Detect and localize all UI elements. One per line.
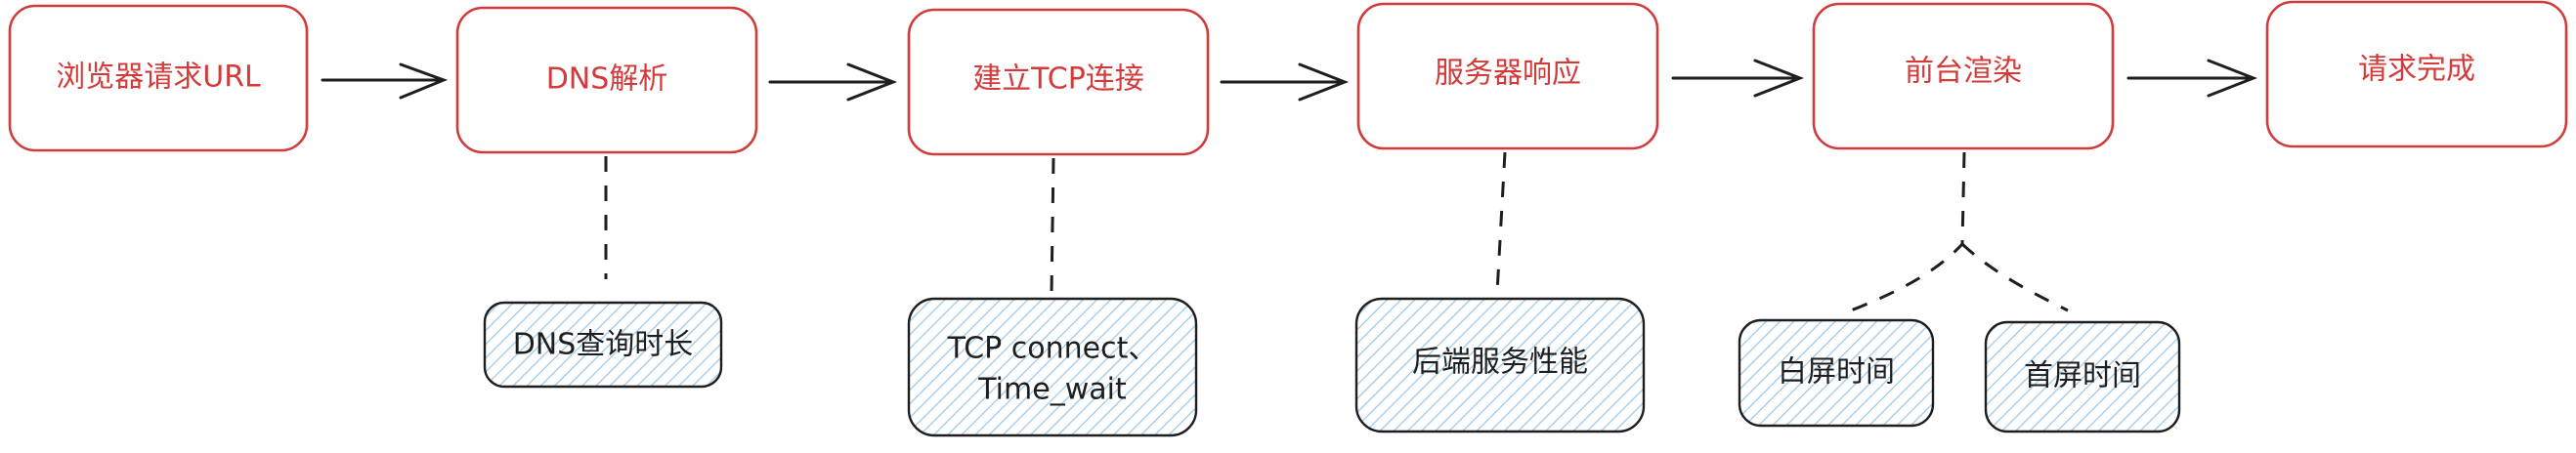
dashed-connector-render-split (1960, 242, 2069, 312)
step-label: 请求完成 (2358, 53, 2475, 87)
metric-first-screen-time: 首屏时间 (1984, 320, 2181, 433)
metric-label: DNS查询时长 (513, 328, 694, 362)
step-label: 服务器响应 (1435, 57, 1581, 91)
arrow-browser-to-dns (321, 62, 449, 100)
step-label: DNS解析 (546, 62, 668, 97)
metric-backend-performance: 后端服务性能 (1354, 297, 1646, 433)
step-browser-request: 浏览器请求URL (8, 4, 309, 152)
metric-label: Time_wait (977, 373, 1127, 407)
dashed-connector-tcp (1050, 157, 1055, 294)
metric-label: 首屏时间 (2024, 359, 2141, 393)
step-label: 前台渲染 (1905, 55, 2022, 89)
dashed-connector-server (1495, 151, 1507, 294)
step-label: 浏览器请求URL (56, 61, 261, 95)
step-server-response: 服务器响应 (1356, 2, 1659, 150)
step-tcp-connect: 建立TCP连接 (907, 8, 1210, 156)
metric-label: TCP connect、 (947, 332, 1158, 366)
metric-label: 后端服务性能 (1412, 346, 1588, 380)
arrow-dns-to-tcp (768, 62, 898, 102)
metric-white-screen-time: 白屏时间 (1738, 318, 1935, 428)
step-label: 建立TCP连接 (972, 62, 1144, 97)
step-request-complete: 请求完成 (2265, 0, 2568, 148)
step-frontend-render: 前台渲染 (1812, 2, 2115, 150)
arrow-tcp-to-server (1220, 62, 1350, 102)
arrow-render-to-complete (2126, 59, 2258, 98)
dashed-connector-render-split (1850, 151, 1966, 312)
arrow-server-to-render (1671, 59, 1805, 98)
metric-tcp-connect: TCP connect、 Time_wait (907, 297, 1198, 437)
metric-dns-query-time: DNS查询时长 (483, 301, 723, 389)
metric-label: 白屏时间 (1778, 355, 1895, 390)
step-dns-resolve: DNS解析 (455, 6, 758, 154)
flow-diagram: 浏览器请求URL DNS解析 建立TCP连接 服务器响应 前台渲染 请求完成 D… (8, 0, 2568, 437)
